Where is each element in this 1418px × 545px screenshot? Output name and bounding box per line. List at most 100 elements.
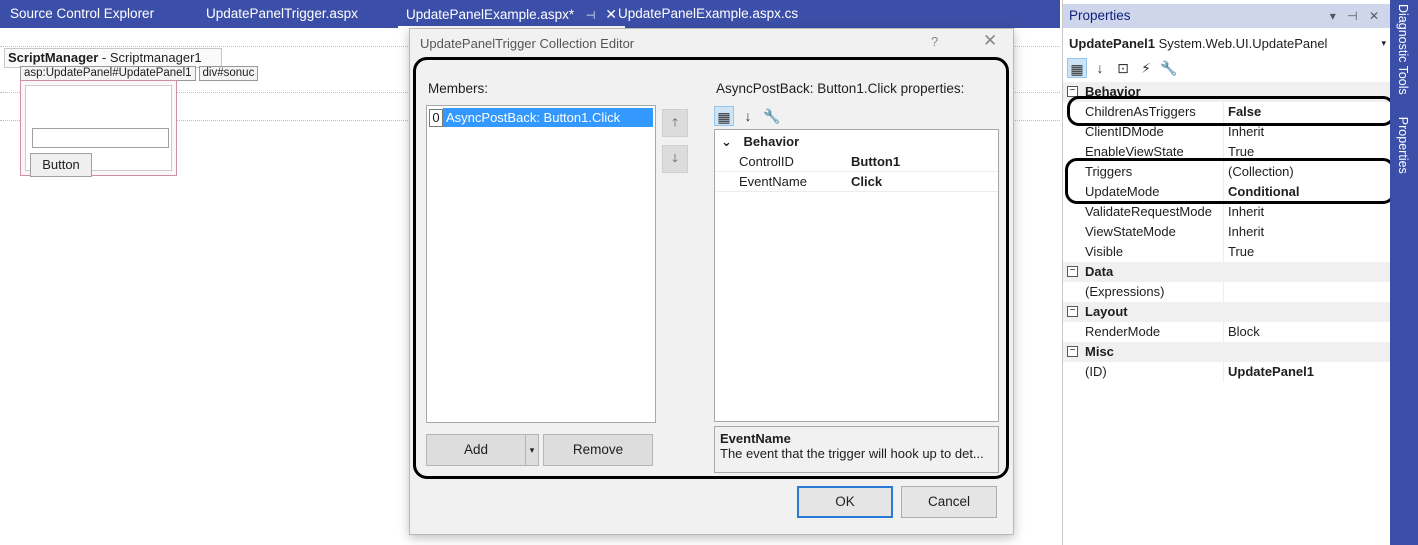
- categorized-icon[interactable]: ▦: [714, 106, 734, 126]
- collapse-icon[interactable]: −: [1067, 346, 1078, 357]
- property-name: (Expressions): [1085, 284, 1165, 299]
- description-panel: EventName The event that the trigger wil…: [714, 426, 999, 473]
- category-label: Misc: [1085, 344, 1114, 359]
- category-label: Behavior: [1085, 84, 1141, 99]
- remove-button[interactable]: Remove: [543, 434, 653, 466]
- property-row[interactable]: UpdateMode Conditional: [1063, 182, 1391, 202]
- tab-source-control-explorer[interactable]: Source Control Explorer: [2, 0, 162, 28]
- tab-updatepanelexample-aspx[interactable]: UpdatePanelExample.aspx* ⊣ ✕: [398, 0, 625, 28]
- property-row[interactable]: Visible True: [1063, 242, 1391, 262]
- document-tab-strip: Source Control Explorer UpdatePanelTrigg…: [0, 0, 1060, 28]
- category-layout[interactable]: − Layout: [1063, 302, 1391, 322]
- update-panel-control[interactable]: Button: [20, 80, 177, 177]
- property-value[interactable]: UpdatePanel1: [1223, 362, 1314, 382]
- caret-down-icon[interactable]: ▾: [1381, 38, 1386, 49]
- alphabetical-icon[interactable]: ↓: [738, 106, 758, 126]
- add-dropdown-button[interactable]: ▾: [526, 434, 539, 466]
- object-type: System.Web.UI.UpdatePanel: [1154, 36, 1328, 51]
- property-row[interactable]: ClientIDMode Inherit: [1063, 122, 1391, 142]
- property-pages-icon[interactable]: ⊡: [1113, 58, 1133, 78]
- property-value[interactable]: Inherit: [1223, 122, 1264, 142]
- property-name: RenderMode: [1085, 324, 1161, 339]
- chevron-down-icon[interactable]: ⌄: [721, 134, 732, 149]
- property-row[interactable]: (Expressions): [1063, 282, 1391, 302]
- property-name: ControlID: [739, 154, 794, 169]
- button-control[interactable]: Button: [30, 153, 92, 177]
- rail-tab-properties[interactable]: Properties: [1396, 117, 1410, 174]
- property-name: Visible: [1085, 244, 1124, 259]
- list-item[interactable]: 0 AsyncPostBack: Button1.Click: [429, 108, 653, 127]
- categorized-icon[interactable]: ▦: [1067, 58, 1087, 78]
- property-value[interactable]: [1223, 282, 1228, 302]
- property-name: ViewStateMode: [1085, 224, 1176, 239]
- tag-navigator: asp:UpdatePanel#UpdatePanel1 div#sonuc: [20, 66, 259, 81]
- property-value[interactable]: True: [1223, 242, 1254, 262]
- rail-labels: Diagnostic Tools Properties: [1396, 4, 1410, 196]
- category-data[interactable]: − Data: [1063, 262, 1391, 282]
- member-label: AsyncPostBack: Button1.Click: [443, 108, 653, 127]
- ok-button[interactable]: OK: [797, 486, 893, 518]
- wrench-icon[interactable]: 🔧: [1159, 58, 1179, 78]
- category-behavior[interactable]: ⌄ Behavior: [715, 132, 998, 152]
- tool-window-rail: Diagnostic Tools Properties: [1390, 0, 1418, 545]
- textbox-control[interactable]: [32, 128, 169, 148]
- property-row[interactable]: ControlID Button1: [715, 152, 998, 172]
- property-value[interactable]: Inherit: [1223, 202, 1264, 222]
- close-icon[interactable]: ✕: [983, 31, 997, 51]
- cancel-button[interactable]: Cancel: [901, 486, 997, 518]
- property-row[interactable]: ChildrenAsTriggers False: [1063, 102, 1391, 122]
- script-manager-id: - Scriptmanager1: [98, 50, 202, 65]
- property-row[interactable]: EnableViewState True: [1063, 142, 1391, 162]
- property-row[interactable]: ValidateRequestMode Inherit: [1063, 202, 1391, 222]
- property-name: EventName: [739, 174, 807, 189]
- properties-toolbar: ▦ ↓ ⊡ ⚡ 🔧: [1067, 58, 1179, 78]
- properties-title: Properties: [1069, 8, 1131, 23]
- alphabetical-icon[interactable]: ↓: [1090, 58, 1110, 78]
- rail-tab-diagnostic-tools[interactable]: Diagnostic Tools: [1396, 4, 1410, 95]
- property-value[interactable]: False: [1223, 102, 1261, 122]
- property-row[interactable]: Triggers (Collection): [1063, 162, 1391, 182]
- description-text: The event that the trigger will hook up …: [720, 446, 984, 461]
- property-row[interactable]: RenderMode Block: [1063, 322, 1391, 342]
- category-misc[interactable]: − Misc: [1063, 342, 1391, 362]
- object-selector[interactable]: UpdatePanel1 System.Web.UI.UpdatePanel: [1069, 36, 1327, 51]
- pin-icon[interactable]: ⊣: [586, 10, 596, 22]
- collapse-icon[interactable]: −: [1067, 86, 1078, 97]
- member-index: 0: [429, 108, 443, 127]
- property-name: EnableViewState: [1085, 144, 1184, 159]
- property-grid[interactable]: ⌄ Behavior ControlID Button1 EventName C…: [714, 129, 999, 422]
- properties-title-bar: Properties ▾ ⊣ ✕: [1063, 4, 1391, 28]
- move-up-button[interactable]: 🡑: [662, 109, 688, 137]
- property-value[interactable]: Conditional: [1223, 182, 1300, 202]
- property-name: UpdateMode: [1085, 184, 1160, 199]
- add-button[interactable]: Add: [426, 434, 526, 466]
- div-sonuc[interactable]: Button: [25, 85, 172, 177]
- property-row[interactable]: (ID) UpdatePanel1: [1063, 362, 1391, 382]
- category-label: Layout: [1085, 304, 1128, 319]
- tag-updatepanel[interactable]: asp:UpdatePanel#UpdatePanel1: [20, 66, 196, 81]
- property-value[interactable]: Inherit: [1223, 222, 1264, 242]
- category-behavior[interactable]: − Behavior: [1063, 82, 1391, 102]
- members-list[interactable]: 0 AsyncPostBack: Button1.Click: [426, 105, 656, 423]
- property-row[interactable]: EventName Click: [715, 172, 998, 192]
- move-down-button[interactable]: 🡓: [662, 145, 688, 173]
- property-value[interactable]: True: [1223, 142, 1254, 162]
- tab-updatepaneltrigger-aspx[interactable]: UpdatePanelTrigger.aspx: [198, 0, 366, 28]
- tab-updatepanelexample-aspx-cs[interactable]: UpdatePanelExample.aspx.cs: [610, 0, 806, 28]
- object-name: UpdatePanel1: [1069, 36, 1155, 51]
- property-value[interactable]: Click: [851, 172, 882, 192]
- collapse-icon[interactable]: −: [1067, 266, 1078, 277]
- collection-editor-dialog: UpdatePanelTrigger Collection Editor ? ✕…: [409, 28, 1014, 535]
- tag-div-sonuc[interactable]: div#sonuc: [198, 66, 259, 81]
- caret-down-icon: ▾: [529, 445, 535, 455]
- help-button[interactable]: ?: [931, 34, 938, 49]
- property-row[interactable]: ViewStateMode Inherit: [1063, 222, 1391, 242]
- property-value[interactable]: (Collection): [1223, 162, 1294, 182]
- window-controls[interactable]: ▾ ⊣ ✕: [1330, 4, 1383, 28]
- script-manager-control[interactable]: ScriptManager - Scriptmanager1: [4, 48, 222, 68]
- collapse-icon[interactable]: −: [1067, 306, 1078, 317]
- property-value[interactable]: Block: [1223, 322, 1260, 342]
- wrench-icon[interactable]: 🔧: [762, 106, 782, 126]
- property-value[interactable]: Button1: [851, 152, 900, 172]
- events-icon[interactable]: ⚡: [1136, 58, 1156, 78]
